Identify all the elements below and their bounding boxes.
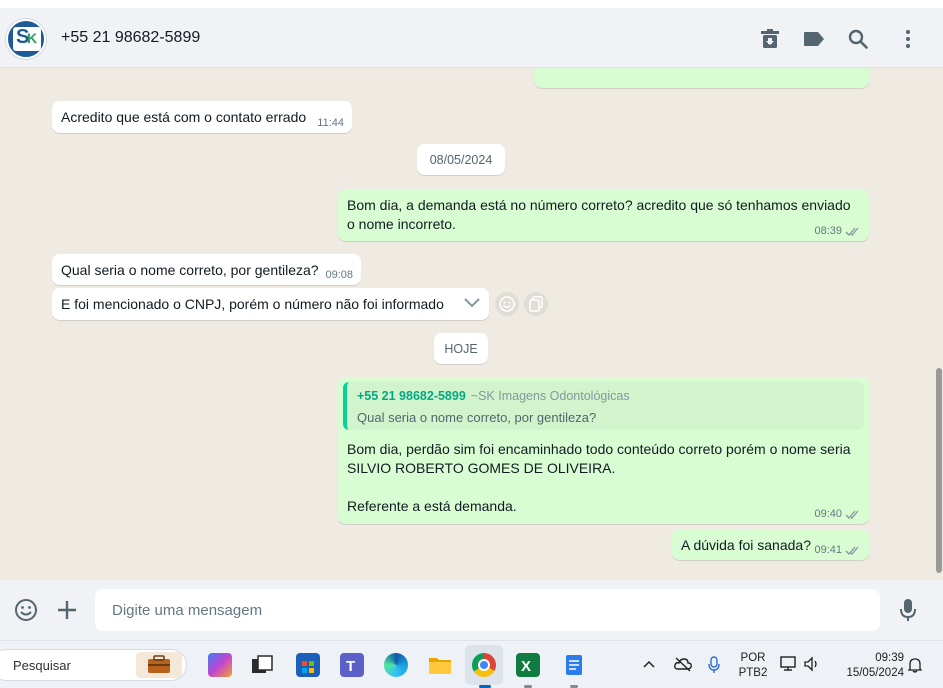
archive-icon[interactable] xyxy=(758,27,782,51)
previous-message-partial xyxy=(534,68,869,88)
message-time: 09:41 xyxy=(814,544,861,556)
incoming-message[interactable]: Acredito que está com o contato errado 1… xyxy=(52,101,352,133)
file-explorer-icon[interactable] xyxy=(428,653,452,677)
avatar-letter-k: K xyxy=(27,30,38,46)
onedrive-offline-icon[interactable] xyxy=(674,656,692,677)
chevron-up-icon[interactable] xyxy=(643,658,655,676)
message-time: 11:44 xyxy=(317,117,344,129)
incoming-message[interactable]: Qual seria o nome correto, por gentileza… xyxy=(52,254,361,285)
outgoing-message[interactable]: A dúvida foi sanada? 09:41 xyxy=(672,529,869,560)
date-separator-today: HOJE xyxy=(434,333,488,364)
quote-text: Qual seria o nome correto, por gentileza… xyxy=(357,410,597,425)
chat-header: S K +55 21 98682-5899 xyxy=(0,0,943,68)
contact-name[interactable]: +55 21 98682-5899 xyxy=(61,29,200,47)
search-icon[interactable] xyxy=(846,27,870,51)
message-text-line3: Referente a está demanda. xyxy=(347,498,517,514)
notepad-icon[interactable] xyxy=(562,653,586,677)
chat-messages[interactable]: Acredito que está com o contato errado 1… xyxy=(0,68,943,580)
taskbar-search-label: Pesquisar xyxy=(13,658,71,673)
incoming-message-hovered[interactable]: E foi mencionado o CNPJ, porém o número … xyxy=(52,288,489,320)
teams-icon[interactable]: T xyxy=(340,653,364,677)
svg-text:T: T xyxy=(346,658,355,675)
message-composer xyxy=(0,580,943,640)
label-icon[interactable] xyxy=(802,27,826,51)
message-text-line2: o nome incorreto. xyxy=(347,216,456,232)
emoji-react-icon[interactable] xyxy=(495,292,519,316)
message-time: 08:39 xyxy=(814,225,861,237)
copilot-icon[interactable] xyxy=(208,653,232,677)
windows-taskbar: Pesquisar T X POR PTB2 09:39 15/05/2024 xyxy=(0,640,943,688)
double-check-icon xyxy=(845,227,859,236)
language-indicator[interactable]: POR PTB2 xyxy=(738,651,768,681)
outgoing-message-reply[interactable]: +55 21 98682-5899 ~SK Imagens Odontológic… xyxy=(338,377,869,524)
copy-icon[interactable] xyxy=(524,292,548,316)
message-time: 09:08 xyxy=(325,269,353,281)
message-text: E foi mencionado o CNPJ, porém o número … xyxy=(61,296,444,312)
chevron-down-icon[interactable] xyxy=(463,296,481,312)
message-time: 09:40 xyxy=(814,508,861,520)
task-view-icon[interactable] xyxy=(250,653,274,677)
avatar-logo: S K xyxy=(13,26,41,51)
quoted-message[interactable]: +55 21 98682-5899 ~SK Imagens Odontológic… xyxy=(343,382,864,430)
menu-icon[interactable] xyxy=(896,27,920,51)
message-text-line1: Bom dia, a demanda está no número corret… xyxy=(347,197,851,213)
quote-author-alias: ~SK Imagens Odontológicas xyxy=(470,389,630,403)
emoji-icon[interactable] xyxy=(13,597,39,623)
double-check-icon xyxy=(845,510,859,519)
clock[interactable]: 09:39 15/05/2024 xyxy=(836,651,904,681)
search-highlight-icon xyxy=(136,652,182,678)
message-text-line2: SILVIO ROBERTO GOMES DE OLIVEIRA. xyxy=(347,460,616,476)
contact-avatar[interactable]: S K xyxy=(6,19,46,59)
message-text-line1: Bom dia, perdão sim foi encaminhado todo… xyxy=(347,441,851,457)
message-text: A dúvida foi sanada? xyxy=(681,537,811,553)
double-check-icon xyxy=(845,546,859,555)
volume-icon[interactable] xyxy=(804,656,820,677)
taskbar-search[interactable]: Pesquisar xyxy=(0,649,187,681)
chrome-icon[interactable] xyxy=(472,653,496,677)
microsoft-store-icon[interactable] xyxy=(296,653,320,677)
message-text: Qual seria o nome correto, por gentileza… xyxy=(61,262,319,278)
microphone-tray-icon[interactable] xyxy=(708,656,720,679)
network-icon[interactable] xyxy=(780,656,798,677)
microphone-icon[interactable] xyxy=(895,597,921,623)
message-text: Acredito que está com o contato errado xyxy=(61,109,307,125)
notification-bell-icon[interactable] xyxy=(907,657,923,678)
svg-text:X: X xyxy=(521,658,531,675)
outgoing-message[interactable]: Bom dia, a demanda está no número corret… xyxy=(338,189,869,241)
plus-icon[interactable] xyxy=(54,597,80,623)
edge-icon[interactable] xyxy=(384,653,408,677)
date-separator: 08/05/2024 xyxy=(417,144,505,175)
quote-author: +55 21 98682-5899 ~SK Imagens Odontológic… xyxy=(357,389,630,403)
chat-scrollbar[interactable] xyxy=(936,368,942,573)
message-input[interactable] xyxy=(95,589,880,631)
excel-icon[interactable]: X xyxy=(516,653,540,677)
